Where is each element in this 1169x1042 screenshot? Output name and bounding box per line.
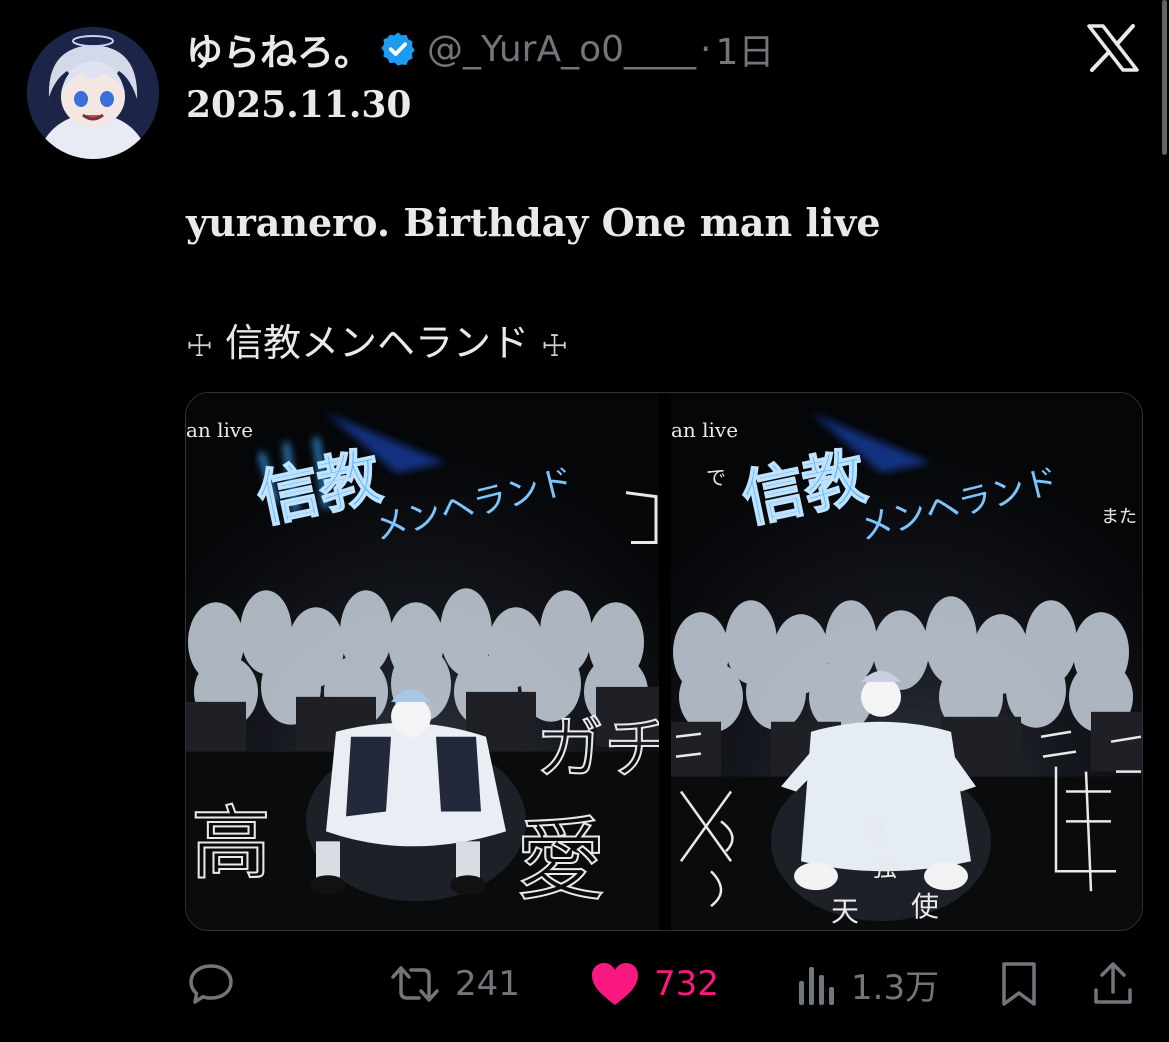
share-icon [1094,962,1132,1004]
avatar-image [27,27,159,159]
post-timestamp[interactable]: 1日 [716,23,775,75]
photo-left-scribble-2: ガチ [536,710,659,789]
scrollbar-thumb[interactable] [1162,0,1167,155]
post-date-line: 2025.11.30 [186,84,412,126]
scrollbar[interactable] [1157,0,1169,155]
photo-right-scribble-2: また [1101,507,1137,528]
post-header: ゆらねろ。 @_YurA_o0____ · 1日 [186,22,775,76]
retweet-icon [391,966,439,1002]
cross-left-icon: ☩ [186,329,213,364]
heart-icon [592,963,638,1005]
x-logo-icon[interactable] [1087,24,1139,72]
retweet-button[interactable]: 241 [389,952,520,1016]
share-button[interactable] [1092,952,1134,1016]
photo-left-scribble-3: 愛 [516,809,606,913]
action-bar: 241 732 1.3万 [0,952,1169,1016]
like-button[interactable]: 732 [590,952,719,1016]
photo-right-scribble-4: 強 [871,853,897,883]
analytics-icon [799,967,834,1005]
reply-button[interactable] [187,952,235,1016]
photo-right-caption: an live [671,418,738,442]
photo-left-scribble-1: 高 [191,797,271,890]
cross-right-icon: ☩ [541,329,569,364]
author-avatar[interactable] [27,27,159,159]
author-handle[interactable]: @_YurA_o0____ [427,29,696,70]
photo-right-scribble-1: で [706,466,726,490]
media-photo-left[interactable]: an live 信教 メンヘランド 高 ガチ 愛 [186,393,659,930]
photo-right-scribble-5: 天 [831,895,859,928]
retweet-count: 241 [455,964,520,1004]
bookmark-icon [1002,962,1036,1006]
post-title-line: yuranero. Birthday One man live [186,200,881,245]
views-button[interactable]: 1.3万 [797,952,939,1016]
photo-right-image: an live 信教 メンヘランド で また 最 強 天 使 [671,393,1142,930]
bookmark-button[interactable] [1000,952,1038,1016]
separator-dot: · [700,28,712,70]
views-count: 1.3万 [851,967,940,1008]
verified-badge-icon [381,32,415,66]
tag-text: 信教メンヘランド [225,321,530,365]
post-media: an live 信教 メンヘランド 高 ガチ 愛 an live 信教 メンヘラ… [185,392,1143,931]
photo-right-scribble-3: 最 [861,818,887,848]
post-tag-line: ☩ 信教メンヘランド ☩ [186,312,568,367]
photo-left-caption: an live [186,418,253,442]
author-display-name[interactable]: ゆらねろ。 [186,22,371,76]
photo-left-image: an live 信教 メンヘランド 高 ガチ 愛 [186,393,659,930]
reply-icon [189,964,233,1004]
like-count: 732 [654,964,719,1004]
photo-right-scribble-6: 使 [911,890,939,923]
media-photo-right[interactable]: an live 信教 メンヘランド で また 最 強 天 使 [671,393,1142,930]
